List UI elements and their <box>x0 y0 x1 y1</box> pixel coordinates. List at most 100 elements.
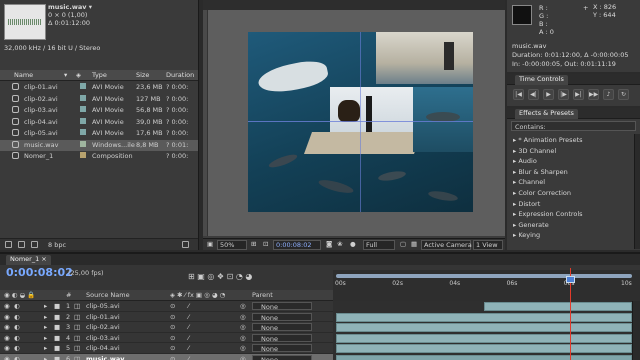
label-color-swatch[interactable] <box>80 106 86 112</box>
effect-category[interactable]: ▸ 3D Channel <box>513 147 556 158</box>
project-item[interactable]: music.wav Windows...ile 8,8 MB ? 0:01: <box>0 139 200 151</box>
layer-source-name[interactable]: music.wav <box>86 355 124 360</box>
eye-icon[interactable]: ◉ <box>4 334 10 342</box>
parent-pickwhip-icon[interactable]: ◎ <box>240 323 246 331</box>
audio-icon[interactable]: ◐ <box>14 313 20 321</box>
project-item[interactable]: clip-02.avi AVI Movie 127 MB ? 0:00: <box>0 94 200 106</box>
region-of-interest-icon[interactable]: ▢ <box>398 240 408 250</box>
layer-duration-bar[interactable] <box>336 344 632 353</box>
transparency-grid-icon[interactable]: ▦ <box>409 240 419 250</box>
layer-source-name[interactable]: clip-04.avi <box>86 344 120 352</box>
timeline-scrollbar[interactable] <box>632 301 640 360</box>
viewer-canvas[interactable] <box>203 10 505 236</box>
snapshot-icon[interactable]: ◙ <box>324 240 334 250</box>
layer-duration-bar[interactable] <box>336 354 632 360</box>
layer-row[interactable]: ◉ ◐ ▸ ■ 1 ◫ clip-05.avi ⊙ ⁄ ◎ None <box>0 301 333 312</box>
layer-source-name[interactable]: clip-02.avi <box>86 323 120 331</box>
effect-category[interactable]: ▸ * Animation Presets <box>513 136 583 147</box>
current-time[interactable]: 0:00:08:02 <box>273 240 321 250</box>
parent-select[interactable]: None <box>252 302 312 311</box>
parent-select[interactable]: None <box>252 333 312 343</box>
label-color-swatch[interactable]: ■ <box>54 344 60 352</box>
label-color-swatch[interactable] <box>80 83 86 89</box>
view-layout-select[interactable]: 1 View <box>473 240 503 250</box>
av-switches-icon[interactable]: ◉ ◐ ◒ 🔒 <box>4 291 35 299</box>
label-icon[interactable]: ◈ <box>76 71 81 79</box>
audio-icon[interactable]: ◐ <box>14 344 20 352</box>
parent-select[interactable]: None <box>252 344 312 353</box>
expand-triangle-icon[interactable]: ▸ <box>44 334 47 342</box>
shy-icon[interactable]: ⊙ <box>170 313 175 321</box>
layer-row[interactable]: ◉ ◐ ▸ ■ 6 ◫ music.wav ⊙ ⁄ ◎ None <box>0 353 333 360</box>
effect-category[interactable]: ▸ Audio <box>513 157 537 168</box>
effects-search-input[interactable]: Contains: <box>511 121 636 131</box>
project-item[interactable]: clip-05.avi AVI Movie 17,6 MB? 0:00: <box>0 128 200 140</box>
layer-source-name[interactable]: clip-03.avi <box>86 334 120 342</box>
quality-icon[interactable]: ⁄ <box>188 355 189 360</box>
effect-category[interactable]: ▸ Color Correction <box>513 189 571 200</box>
eye-icon[interactable]: ◉ <box>4 323 10 331</box>
time-controls-tab[interactable]: Time Controls <box>515 75 568 85</box>
layer-row[interactable]: ◉ ◐ ▸ ■ 5 ◫ clip-04.avi ⊙ ⁄ ◎ None <box>0 343 333 354</box>
camera-select[interactable]: Active Camera <box>421 240 472 250</box>
parent-pickwhip-icon[interactable]: ◎ <box>240 302 246 310</box>
effects-tab[interactable]: Effects & Presets <box>515 109 578 119</box>
new-folder-icon[interactable] <box>18 241 25 248</box>
quality-icon[interactable]: ⁄ <box>188 334 189 342</box>
label-color-swatch[interactable] <box>80 94 86 101</box>
effects-scrollbar[interactable] <box>634 134 640 249</box>
label-color-swatch[interactable]: ■ <box>54 313 60 321</box>
timeline-switch-icons[interactable]: ⊞ ▣ ◎ ❖ ⊡ ◔ ◕ <box>188 272 252 281</box>
rgb-icon[interactable]: ● <box>348 240 358 250</box>
label-color-swatch[interactable]: ■ <box>54 355 60 360</box>
project-item[interactable]: clip-03.avi AVI Movie 56,8 MB? 0:00: <box>0 105 200 117</box>
always-preview-icon[interactable]: ▣ <box>205 240 215 250</box>
shy-icon[interactable]: ⊙ <box>170 355 175 360</box>
shy-icon[interactable]: ⊙ <box>170 334 175 342</box>
quality-icon[interactable]: ⁄ <box>188 302 189 310</box>
label-color-swatch[interactable] <box>80 117 86 124</box>
project-item[interactable]: Nomer_1 Composition ? 0:00: <box>0 151 200 163</box>
layer-row[interactable]: ◉ ◐ ▸ ■ 3 ◫ clip-02.avi ⊙ ⁄ ◎ None <box>0 322 333 333</box>
project-item[interactable]: clip-04.avi AVI Movie 39,0 MB? 0:00: <box>0 117 200 129</box>
label-color-swatch[interactable] <box>80 140 86 147</box>
effect-category[interactable]: ▸ Channel <box>513 178 545 189</box>
col-type[interactable]: Type <box>92 71 107 79</box>
playback-button[interactable]: ◀| <box>528 89 539 100</box>
selected-item-name[interactable]: music.wav ▾ <box>48 3 92 11</box>
label-color-swatch[interactable]: ■ <box>54 334 60 342</box>
quality-icon[interactable]: ⁄ <box>188 313 189 321</box>
audio-icon[interactable]: ◐ <box>14 355 20 360</box>
shy-icon[interactable]: ⊙ <box>170 344 175 352</box>
label-color-swatch[interactable] <box>80 152 86 158</box>
effect-category[interactable]: ▸ Generate <box>513 221 549 232</box>
eye-icon[interactable]: ◉ <box>4 313 10 321</box>
eye-icon[interactable]: ◉ <box>4 355 10 360</box>
label-color-swatch[interactable] <box>80 129 86 135</box>
expand-triangle-icon[interactable]: ▸ <box>44 344 47 352</box>
timeline-tab-nomer[interactable]: Nomer_1 × <box>6 255 51 265</box>
parent-select[interactable]: None <box>252 312 312 322</box>
playback-button[interactable]: ♪ <box>603 89 614 100</box>
work-area-bar[interactable] <box>336 274 632 278</box>
expand-triangle-icon[interactable]: ▸ <box>44 302 47 310</box>
time-ruler[interactable]: 00s02s04s06s08s10s <box>333 270 640 301</box>
effect-category[interactable]: ▸ Keying <box>513 231 540 242</box>
grid-icon[interactable]: ⊡ <box>261 240 270 250</box>
trash-icon[interactable] <box>182 241 189 248</box>
parent-select[interactable]: None <box>252 323 312 332</box>
current-time-indicator-head[interactable] <box>565 276 575 283</box>
new-composition-icon[interactable] <box>31 241 38 248</box>
sort-icon[interactable]: ▾ <box>64 71 67 79</box>
resolution-select[interactable]: Full <box>363 240 395 250</box>
bit-depth[interactable]: 8 bpc <box>48 241 66 249</box>
layer-source-name[interactable]: clip-01.avi <box>86 313 120 321</box>
col-size[interactable]: Size <box>136 71 149 79</box>
layer-row[interactable]: ◉ ◐ ▸ ■ 2 ◫ clip-01.avi ⊙ ⁄ ◎ None <box>0 312 333 322</box>
playback-button[interactable]: ▶| <box>573 89 584 100</box>
composition-frame[interactable] <box>248 32 473 212</box>
parent-pickwhip-icon[interactable]: ◎ <box>240 344 246 352</box>
layer-row[interactable]: ◉ ◐ ▸ ■ 4 ◫ clip-03.avi ⊙ ⁄ ◎ None <box>0 333 333 343</box>
parent-pickwhip-icon[interactable]: ◎ <box>240 355 246 360</box>
zoom-select[interactable]: 50% <box>217 240 247 250</box>
